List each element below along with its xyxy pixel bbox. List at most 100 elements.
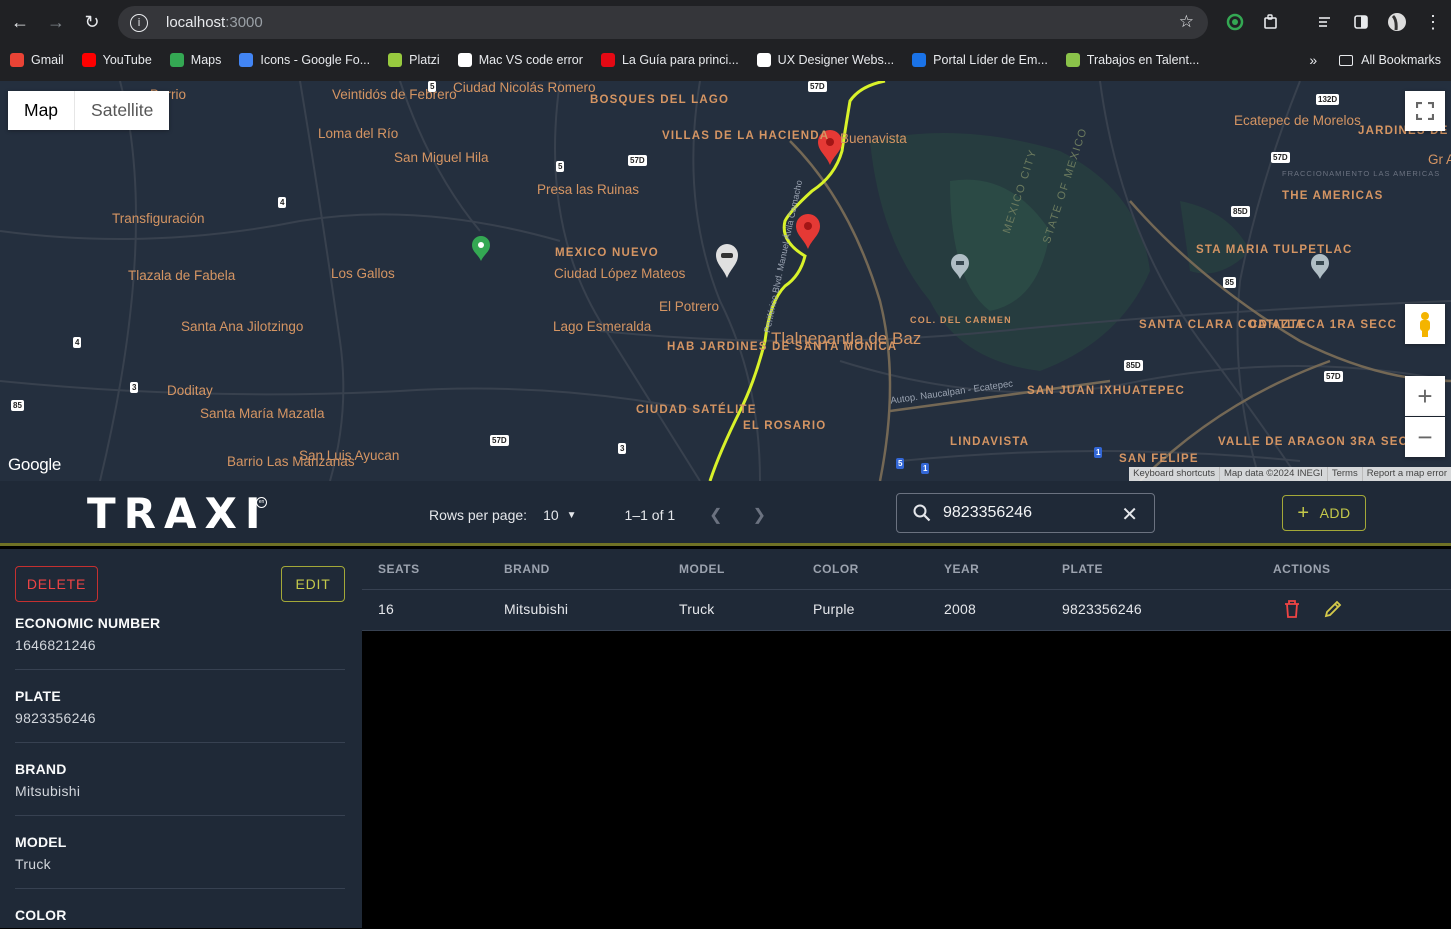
column-header-year[interactable]: YEAR xyxy=(944,562,979,576)
side-panel-icon[interactable] xyxy=(1350,11,1372,33)
detail-label: ECONOMIC NUMBER xyxy=(15,615,161,631)
map-place-label: VALLE DE ARAGON 3RA SECC xyxy=(1218,436,1418,448)
extension-circle-icon[interactable] xyxy=(1224,11,1246,33)
forward-icon[interactable]: → xyxy=(38,4,74,40)
map-place-label: Presa las Ruinas xyxy=(537,182,640,197)
bookmark-item[interactable]: YouTube xyxy=(81,53,152,67)
bookmark-item[interactable]: Trabajos en Talent... xyxy=(1065,53,1199,67)
report-map-error-link[interactable]: Report a map error xyxy=(1361,467,1451,481)
more-bookmarks-icon[interactable]: » xyxy=(1309,52,1317,68)
road-shield: 85D xyxy=(1124,360,1143,371)
map-place-label: Ecatepec de Morelos xyxy=(1234,113,1361,128)
bookmark-star-icon[interactable]: ☆ xyxy=(1179,12,1194,32)
reading-list-icon[interactable] xyxy=(1314,11,1336,33)
map-place-label: San Luis Ayucan xyxy=(299,448,400,463)
detail-color: COLOR xyxy=(15,907,345,929)
map-marker-taxi[interactable] xyxy=(716,244,738,278)
detail-label: PLATE xyxy=(15,688,61,704)
keyboard-shortcuts-link[interactable]: Keyboard shortcuts xyxy=(1129,467,1219,481)
bookmark-favicon-icon xyxy=(1065,53,1080,67)
page-range: 1–1 of 1 xyxy=(624,507,676,523)
road-shield: 132D xyxy=(1316,94,1340,105)
back-icon[interactable]: ← xyxy=(2,4,38,40)
bookmark-label: Platzi xyxy=(409,53,440,67)
column-header-actions: ACTIONS xyxy=(1273,562,1331,576)
bookmark-label: Icons - Google Fo... xyxy=(260,53,371,67)
delete-row-button[interactable] xyxy=(1283,599,1301,624)
road-shield: 3 xyxy=(130,382,139,393)
map-place-label: MEXICO NUEVO xyxy=(555,247,659,259)
school-poi-icon[interactable] xyxy=(1311,254,1329,279)
search-input[interactable] xyxy=(943,504,1113,522)
map-place-label: SAN FELIPE xyxy=(1119,453,1199,465)
road-shield: 85 xyxy=(11,400,24,411)
site-info-icon[interactable]: i xyxy=(130,13,148,32)
add-button-label: ADD xyxy=(1319,505,1351,521)
park-poi-icon[interactable] xyxy=(472,236,490,261)
add-button[interactable]: + ADD xyxy=(1282,495,1366,531)
bookmark-favicon-icon xyxy=(81,53,96,67)
detail-label: BRAND xyxy=(15,761,67,777)
bookmark-item[interactable]: La Guía para princi... xyxy=(600,53,739,67)
bookmark-favicon-icon xyxy=(10,53,24,67)
road-shield: 85D xyxy=(1231,206,1250,217)
zoom-in-button[interactable]: + xyxy=(1405,376,1445,416)
detail-label: COLOR xyxy=(15,907,67,923)
column-header-seats[interactable]: SEATS xyxy=(378,562,420,576)
road-shield: 85 xyxy=(1223,277,1236,288)
map-type-map-button[interactable]: Map xyxy=(8,91,76,130)
rows-per-page-value: 10 xyxy=(543,507,559,523)
column-header-plate[interactable]: PLATE xyxy=(1062,562,1103,576)
road-shield: 3 xyxy=(618,443,627,454)
bookmark-item[interactable]: Maps xyxy=(169,53,222,67)
fullscreen-button[interactable] xyxy=(1405,91,1445,131)
street-view-pegman[interactable] xyxy=(1405,304,1445,344)
bookmark-item[interactable]: UX Designer Webs... xyxy=(756,53,895,67)
minus-icon: − xyxy=(1417,421,1433,452)
bookmark-label: Maps xyxy=(190,53,222,67)
bookmark-favicon-icon xyxy=(239,53,254,67)
plus-icon: + xyxy=(1297,502,1310,524)
bookmark-item[interactable]: Platzi xyxy=(388,53,440,67)
detail-value: 1646821246 xyxy=(15,637,96,653)
column-header-brand[interactable]: BRAND xyxy=(504,562,550,576)
next-page-button[interactable]: ❯ xyxy=(753,505,766,525)
map-place-label: VILLAS DE LA HACIENDA xyxy=(662,130,830,142)
column-header-color[interactable]: COLOR xyxy=(813,562,859,576)
terms-link[interactable]: Terms xyxy=(1326,467,1362,481)
profile-avatar-icon[interactable] xyxy=(1386,11,1408,33)
bookmark-item[interactable]: Icons - Google Fo... xyxy=(239,53,370,67)
map-view[interactable]: Veintidós de Febrero Ciudad Nicolás Romer… xyxy=(0,81,1451,481)
column-header-model[interactable]: MODEL xyxy=(679,562,725,576)
bookmark-favicon-icon xyxy=(600,53,615,67)
map-place-label: Santa María Mazatla xyxy=(200,406,325,421)
bookmark-label: UX Designer Webs... xyxy=(777,53,895,67)
edit-button[interactable]: EDIT xyxy=(281,566,345,602)
table-row[interactable]: 16 Mitsubishi Truck Purple 2008 98233562… xyxy=(362,589,1451,631)
bookmark-item[interactable]: Portal Líder de Em... xyxy=(912,53,1048,67)
edit-row-button[interactable] xyxy=(1323,599,1343,624)
previous-page-button[interactable]: ❮ xyxy=(709,505,722,525)
extensions-puzzle-icon[interactable] xyxy=(1260,11,1282,33)
browser-menu-icon[interactable]: ⋮ xyxy=(1422,11,1444,33)
bookmark-item[interactable]: Gmail xyxy=(10,53,64,67)
divider xyxy=(15,742,345,743)
address-bar[interactable]: i localhost:3000 ☆ xyxy=(118,6,1208,39)
map-place-label: LINDAVISTA xyxy=(950,436,1030,448)
pencil-icon xyxy=(1324,600,1342,618)
bookmark-label: Gmail xyxy=(31,53,64,67)
bookmark-item[interactable]: Mac VS code error xyxy=(457,53,583,67)
delete-button[interactable]: DELETE xyxy=(15,566,98,602)
table-header: SEATS BRAND MODEL COLOR YEAR PLATE ACTIO… xyxy=(362,549,1451,589)
map-marker-red-2[interactable] xyxy=(796,214,820,249)
rows-per-page-select[interactable]: 10 ▼ xyxy=(543,507,576,523)
reload-icon[interactable]: ↻ xyxy=(74,4,110,40)
zoom-out-button[interactable]: − xyxy=(1405,417,1445,457)
all-bookmarks-link[interactable]: All Bookmarks xyxy=(1361,53,1441,67)
road-shield: 57D xyxy=(808,81,827,92)
bookmark-favicon-icon xyxy=(169,53,184,67)
clear-search-icon[interactable]: ✕ xyxy=(1121,502,1138,527)
road-shield: 4 xyxy=(278,197,287,208)
map-type-satellite-button[interactable]: Satellite xyxy=(75,91,169,130)
road-shield: 57D xyxy=(628,155,647,166)
